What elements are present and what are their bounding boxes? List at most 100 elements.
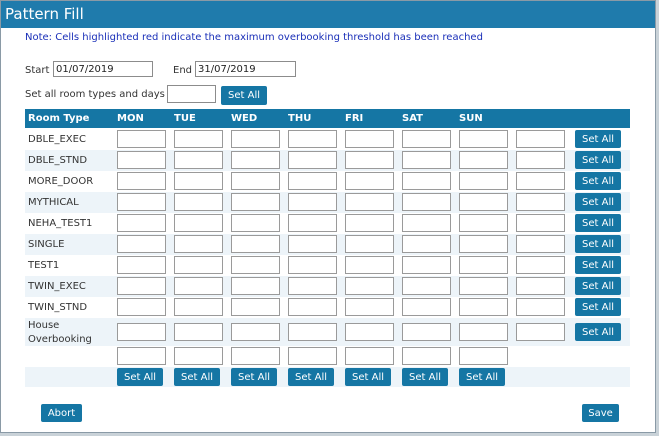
cell-wed-input[interactable]: [231, 214, 280, 232]
cell-sat-input[interactable]: [402, 277, 451, 295]
column-fri-set-all-button[interactable]: Set All: [345, 368, 391, 386]
set-all-room-types-button[interactable]: Set All: [221, 86, 267, 105]
cell-sat-input[interactable]: [402, 214, 451, 232]
cell-extra-input[interactable]: [516, 193, 565, 211]
row-set-all-button[interactable]: Set All: [575, 214, 621, 232]
cell-sun-input[interactable]: [459, 256, 508, 274]
cell-sun-input[interactable]: [459, 172, 508, 190]
cell-fri-input[interactable]: [345, 130, 394, 148]
cell-tue-input[interactable]: [174, 235, 223, 253]
cell-extra-input[interactable]: [516, 130, 565, 148]
cell-extra-input[interactable]: [516, 256, 565, 274]
cell-wed-input[interactable]: [231, 256, 280, 274]
cell-tue-input[interactable]: [174, 277, 223, 295]
cell-mon-input[interactable]: [117, 256, 166, 274]
column-thu-set-all-button[interactable]: Set All: [288, 368, 334, 386]
cell-sat-input[interactable]: [402, 151, 451, 169]
save-button[interactable]: Save: [582, 404, 619, 422]
cell-mon-input[interactable]: [117, 130, 166, 148]
cell-tue-input[interactable]: [174, 151, 223, 169]
cell-extra-input[interactable]: [516, 298, 565, 316]
cell-fri-input[interactable]: [345, 235, 394, 253]
cell-tue-input[interactable]: [174, 323, 223, 341]
cell-fri-input[interactable]: [345, 172, 394, 190]
row-set-all-button[interactable]: Set All: [575, 256, 621, 274]
cell-fri-input[interactable]: [345, 298, 394, 316]
cell-sat-input[interactable]: [402, 193, 451, 211]
cell-sun-input[interactable]: [459, 323, 508, 341]
start-date-input[interactable]: [53, 61, 153, 77]
column-wed-set-all-button[interactable]: Set All: [231, 368, 277, 386]
cell-wed-input[interactable]: [231, 323, 280, 341]
row-set-all-button[interactable]: Set All: [575, 172, 621, 190]
cell-thu-input[interactable]: [288, 256, 337, 274]
column-tue-input[interactable]: [174, 347, 223, 365]
column-sun-input[interactable]: [459, 347, 508, 365]
cell-mon-input[interactable]: [117, 298, 166, 316]
column-mon-input[interactable]: [117, 347, 166, 365]
cell-tue-input[interactable]: [174, 130, 223, 148]
column-sun-set-all-button[interactable]: Set All: [459, 368, 505, 386]
row-set-all-button[interactable]: Set All: [575, 277, 621, 295]
cell-sun-input[interactable]: [459, 130, 508, 148]
cell-mon-input[interactable]: [117, 151, 166, 169]
column-sat-set-all-button[interactable]: Set All: [402, 368, 448, 386]
cell-mon-input[interactable]: [117, 193, 166, 211]
cell-tue-input[interactable]: [174, 214, 223, 232]
cell-extra-input[interactable]: [516, 172, 565, 190]
column-thu-input[interactable]: [288, 347, 337, 365]
cell-tue-input[interactable]: [174, 256, 223, 274]
row-set-all-button[interactable]: Set All: [575, 193, 621, 211]
cell-mon-input[interactable]: [117, 277, 166, 295]
cell-sat-input[interactable]: [402, 298, 451, 316]
cell-tue-input[interactable]: [174, 193, 223, 211]
cell-fri-input[interactable]: [345, 256, 394, 274]
cell-wed-input[interactable]: [231, 235, 280, 253]
cell-sun-input[interactable]: [459, 193, 508, 211]
column-sat-input[interactable]: [402, 347, 451, 365]
cell-mon-input[interactable]: [117, 235, 166, 253]
column-wed-input[interactable]: [231, 347, 280, 365]
cell-thu-input[interactable]: [288, 193, 337, 211]
cell-tue-input[interactable]: [174, 298, 223, 316]
cell-wed-input[interactable]: [231, 277, 280, 295]
column-mon-set-all-button[interactable]: Set All: [117, 368, 163, 386]
column-tue-set-all-button[interactable]: Set All: [174, 368, 220, 386]
cell-extra-input[interactable]: [516, 151, 565, 169]
abort-button[interactable]: Abort: [41, 404, 82, 422]
cell-wed-input[interactable]: [231, 172, 280, 190]
cell-extra-input[interactable]: [516, 235, 565, 253]
cell-fri-input[interactable]: [345, 151, 394, 169]
cell-thu-input[interactable]: [288, 214, 337, 232]
cell-wed-input[interactable]: [231, 151, 280, 169]
cell-mon-input[interactable]: [117, 214, 166, 232]
cell-sat-input[interactable]: [402, 323, 451, 341]
cell-thu-input[interactable]: [288, 298, 337, 316]
cell-sun-input[interactable]: [459, 151, 508, 169]
cell-mon-input[interactable]: [117, 323, 166, 341]
row-set-all-button[interactable]: Set All: [575, 235, 621, 253]
cell-fri-input[interactable]: [345, 214, 394, 232]
set-all-room-types-input[interactable]: [167, 85, 216, 103]
cell-sat-input[interactable]: [402, 256, 451, 274]
cell-sat-input[interactable]: [402, 172, 451, 190]
cell-mon-input[interactable]: [117, 172, 166, 190]
cell-extra-input[interactable]: [516, 323, 565, 341]
cell-thu-input[interactable]: [288, 235, 337, 253]
cell-wed-input[interactable]: [231, 193, 280, 211]
row-set-all-button[interactable]: Set All: [575, 298, 621, 316]
cell-thu-input[interactable]: [288, 151, 337, 169]
end-date-input[interactable]: [195, 61, 296, 77]
cell-fri-input[interactable]: [345, 323, 394, 341]
cell-wed-input[interactable]: [231, 130, 280, 148]
cell-wed-input[interactable]: [231, 298, 280, 316]
cell-extra-input[interactable]: [516, 277, 565, 295]
cell-thu-input[interactable]: [288, 130, 337, 148]
cell-tue-input[interactable]: [174, 172, 223, 190]
row-set-all-button[interactable]: Set All: [575, 323, 621, 341]
row-set-all-button[interactable]: Set All: [575, 151, 621, 169]
cell-extra-input[interactable]: [516, 214, 565, 232]
row-set-all-button[interactable]: Set All: [575, 130, 621, 148]
cell-thu-input[interactable]: [288, 323, 337, 341]
cell-sun-input[interactable]: [459, 235, 508, 253]
